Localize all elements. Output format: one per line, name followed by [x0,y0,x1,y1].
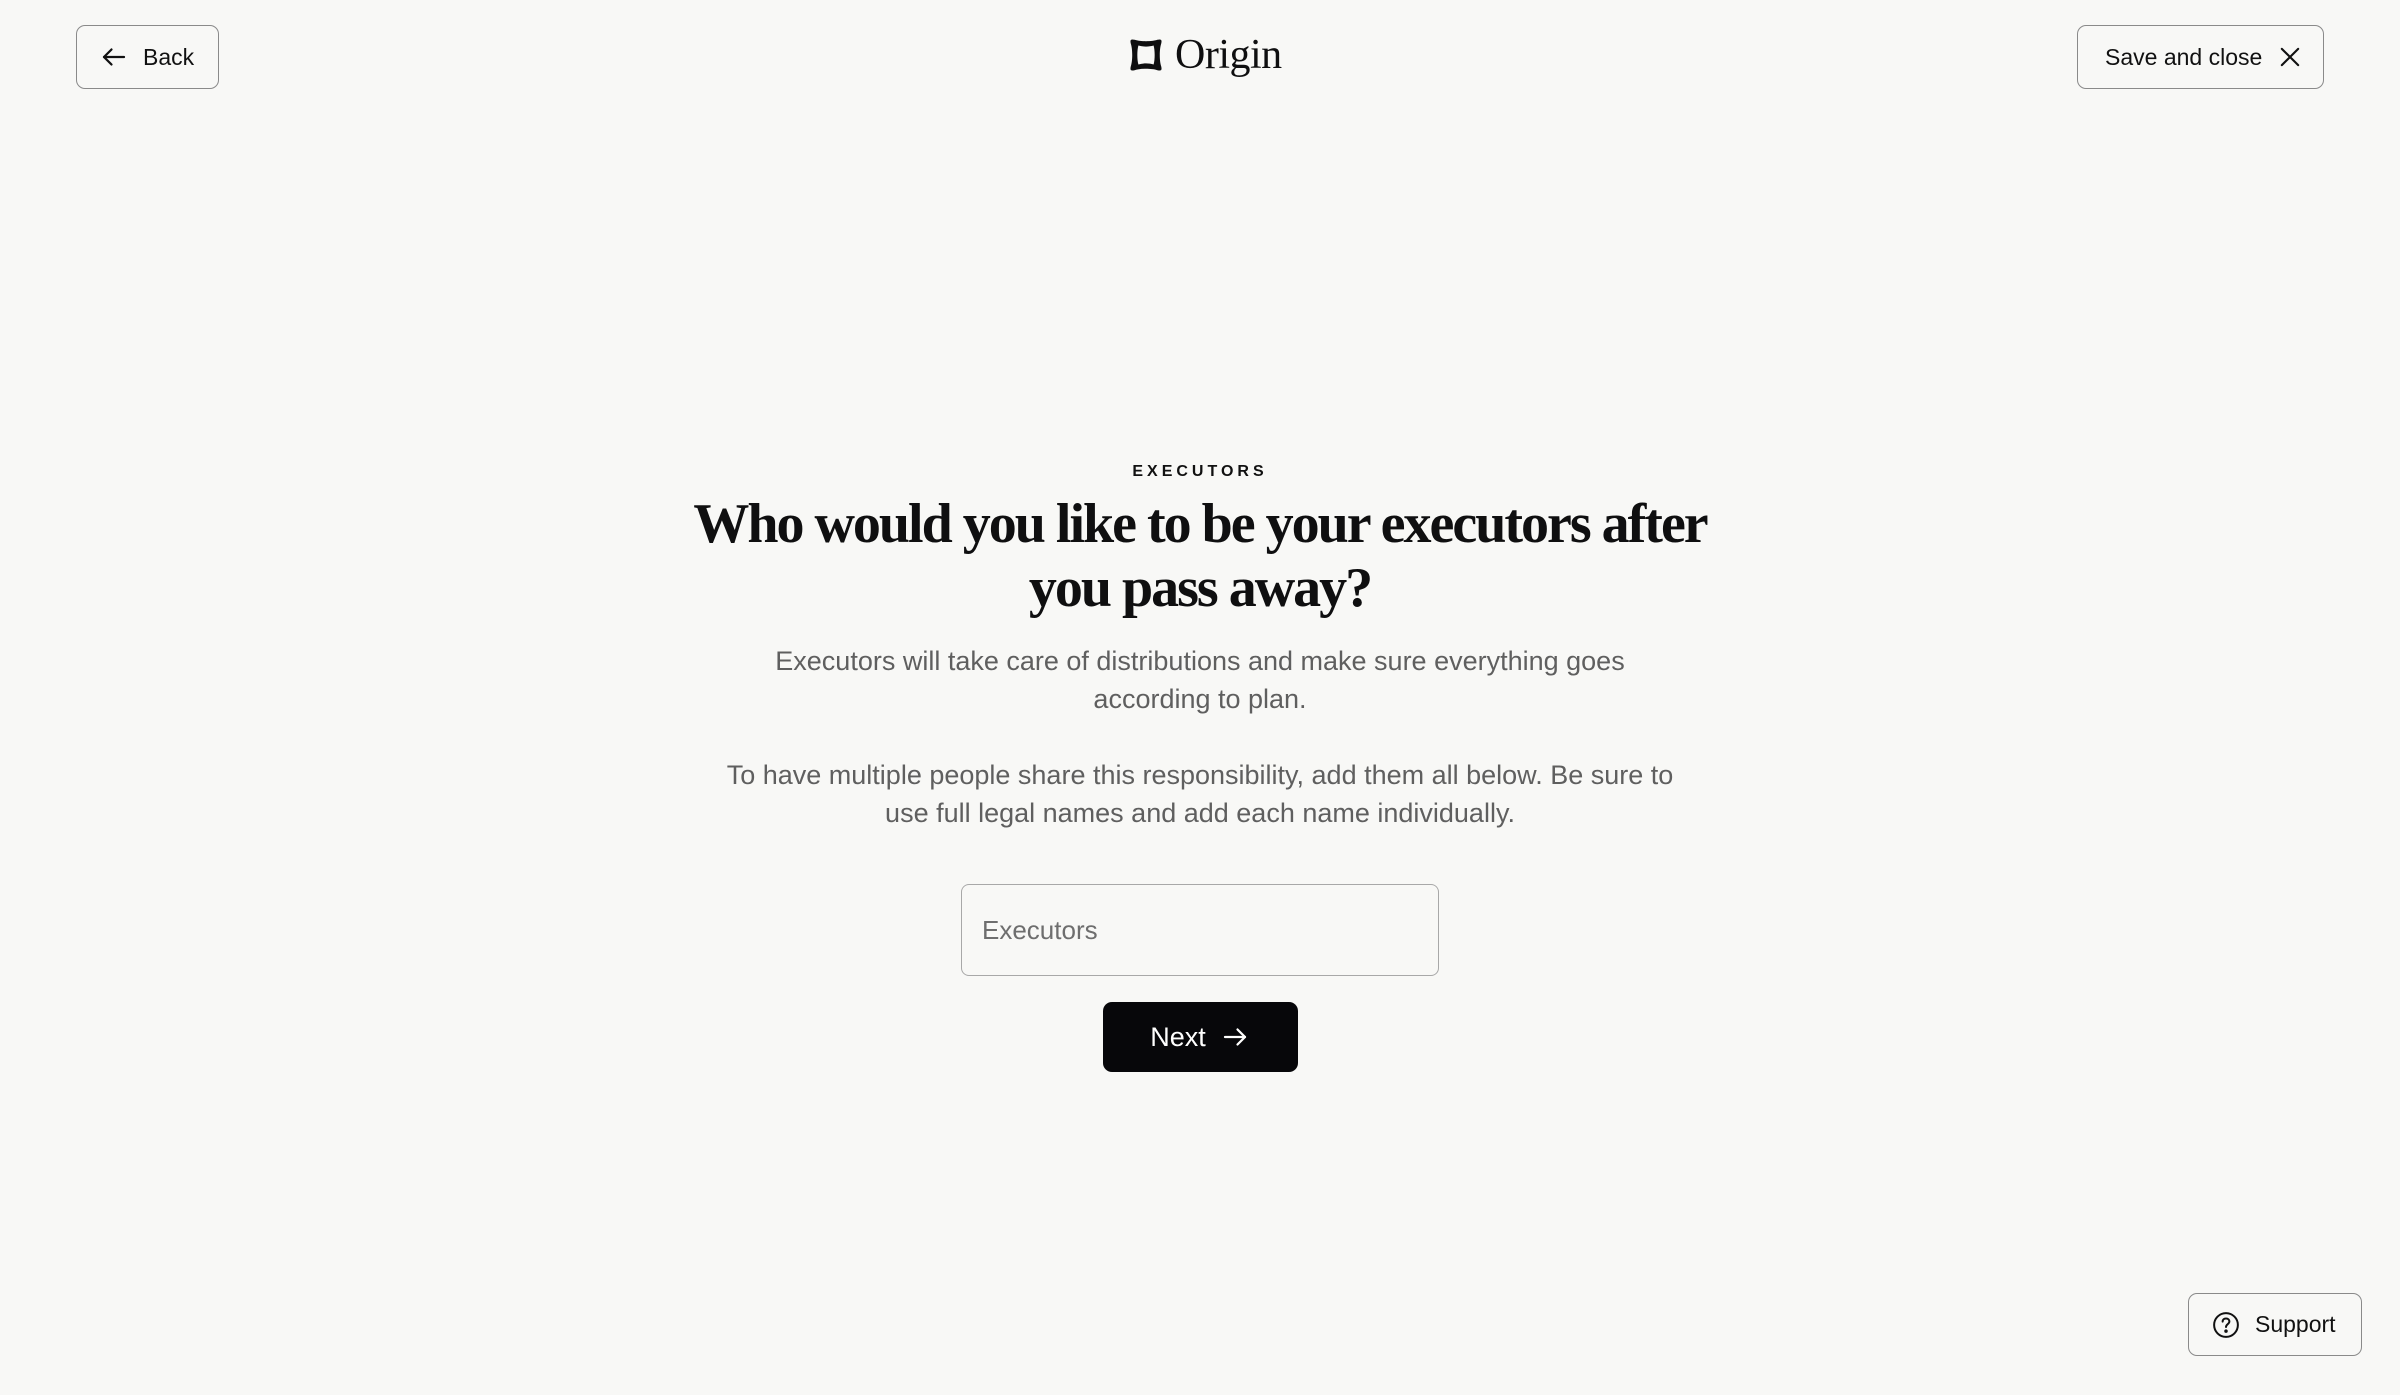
save-and-close-button[interactable]: Save and close [2077,25,2324,89]
arrow-left-icon [102,48,126,66]
page: Back Origin Save and close EXECUTORS Who… [0,0,2400,1395]
executors-input[interactable] [980,913,1438,947]
close-icon [2281,47,2300,67]
support-button[interactable]: Support [2188,1293,2362,1356]
executors-step: EXECUTORS Who would you like to be your … [0,462,2400,1072]
origin-logo[interactable]: Origin [1127,30,1282,80]
back-button[interactable]: Back [76,25,219,89]
arrow-right-icon [1223,1028,1246,1046]
logo-wordmark: Origin [1175,32,1282,78]
description-secondary: To have multiple people share this respo… [726,760,1674,828]
back-button-label: Back [143,43,195,70]
save-and-close-label: Save and close [2105,43,2263,70]
page-title: Who would you like to be your executors … [693,493,1708,619]
help-circle-icon [2213,1311,2239,1338]
executors-field[interactable] [961,884,1439,976]
next-button[interactable]: Next [1102,1002,1298,1072]
origin-logo-icon [1130,39,1162,71]
next-button-label: Next [1150,1021,1206,1052]
support-button-label: Support [2255,1311,2336,1337]
description-primary: Executors will take care of distribution… [775,646,1625,714]
section-eyebrow: EXECUTORS [1132,463,1268,480]
